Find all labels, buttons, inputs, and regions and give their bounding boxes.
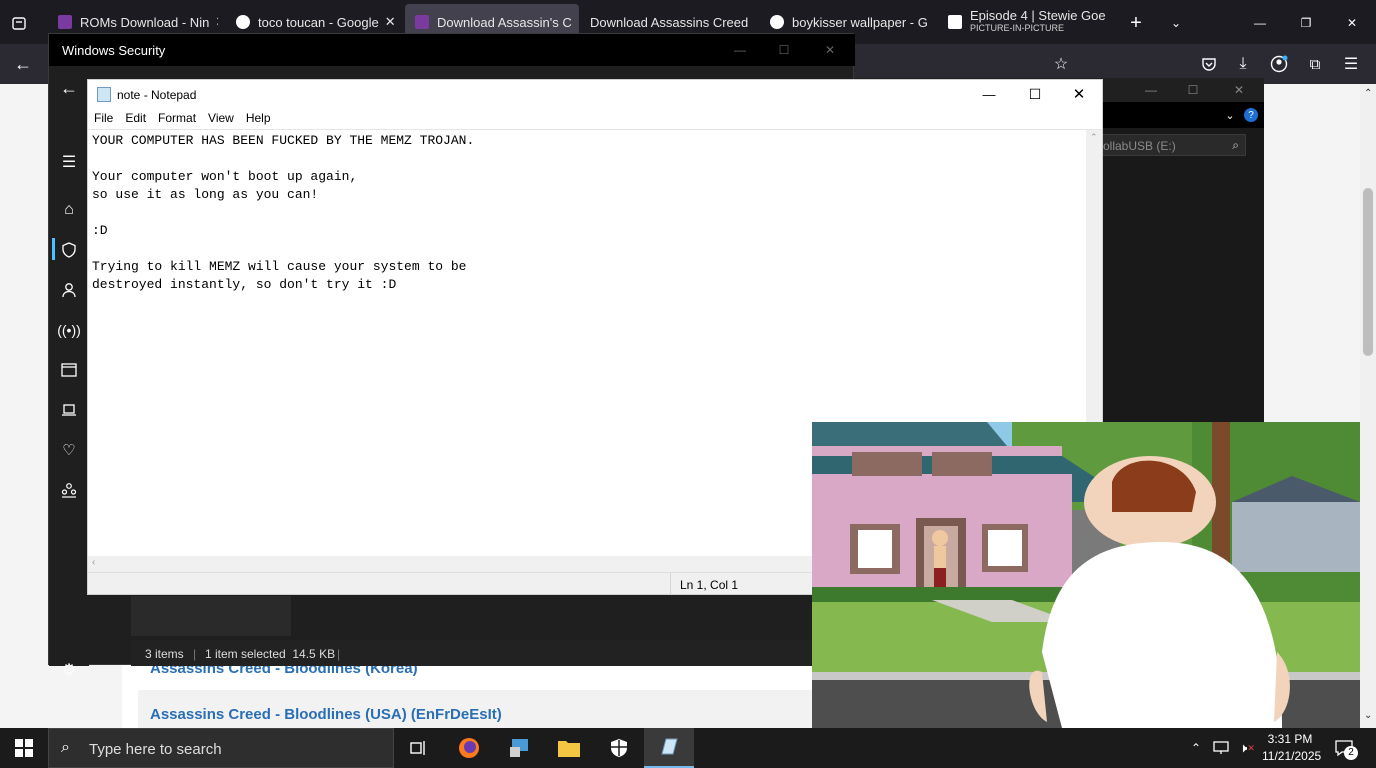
hamburger-menu-icon[interactable]: ☰ xyxy=(57,150,81,174)
window-title: Windows Security xyxy=(62,43,166,58)
menu-bar: File Edit Format View Help xyxy=(88,109,1102,129)
control-panel-icon[interactable] xyxy=(494,728,544,768)
window-title: note - Notepad xyxy=(117,88,197,102)
download-icon[interactable]: ⤓ xyxy=(1230,52,1256,76)
taskbar-search-box[interactable]: ⌕ Type here to search xyxy=(48,728,394,768)
close-icon[interactable]: ✕ xyxy=(572,14,579,30)
ribbon-chevron-icon[interactable]: ⌄ xyxy=(1222,106,1238,124)
title-bar: Windows Security — ☐ ✕ xyxy=(49,34,855,66)
picture-in-picture-video[interactable] xyxy=(812,422,1360,728)
back-arrow-icon[interactable]: ← xyxy=(57,76,81,100)
tab-list-chevron-icon[interactable]: ⌄ xyxy=(1164,11,1188,35)
site-icon xyxy=(58,15,72,29)
home-icon[interactable]: ⌂ xyxy=(57,198,81,222)
item-count: 3 items xyxy=(145,647,184,661)
minimize-icon[interactable]: — xyxy=(1246,11,1274,35)
family-options-icon[interactable] xyxy=(57,478,81,502)
google-icon xyxy=(236,15,250,29)
file-explorer-icon[interactable] xyxy=(544,728,594,768)
account-icon[interactable] xyxy=(1266,52,1292,76)
minimize-icon[interactable]: — xyxy=(978,84,1000,104)
new-tab-button[interactable]: + xyxy=(1124,11,1148,35)
minimize-icon[interactable]: — xyxy=(1140,80,1162,100)
pocket-icon[interactable] xyxy=(1196,52,1222,76)
security-sidebar: ← ☰ ⌂ ((•)) ♡ ⚙ xyxy=(49,66,89,679)
close-icon[interactable]: ✕ xyxy=(928,14,932,30)
notification-center-icon[interactable]: 2 xyxy=(1330,736,1358,760)
tab-overview-icon[interactable] xyxy=(8,12,30,34)
menu-edit[interactable]: Edit xyxy=(119,109,152,129)
volume-muted-icon[interactable]: 🕨 ✕ xyxy=(1236,738,1258,758)
device-security-icon[interactable] xyxy=(57,398,81,422)
maximize-icon[interactable]: ☐ xyxy=(773,40,795,60)
clock[interactable]: 3:31 PM 11/21/2025 xyxy=(1262,731,1322,765)
tab-episode-pip[interactable]: Episode 4 | Stewie Goe PICTURE-IN-PICTUR… xyxy=(938,4,1110,40)
menu-help[interactable]: Help xyxy=(240,109,277,129)
close-icon[interactable]: ✕ xyxy=(379,14,396,30)
start-button[interactable] xyxy=(0,728,48,768)
close-window-icon[interactable]: ✕ xyxy=(1338,11,1366,35)
menu-file[interactable]: File xyxy=(94,109,119,129)
selection-indicator xyxy=(52,238,55,260)
search-icon: ⌕ xyxy=(1232,138,1239,152)
firefox-icon[interactable] xyxy=(444,728,494,768)
search-icon: ⌕ xyxy=(61,739,70,756)
notepad-icon xyxy=(97,87,111,102)
explorer-status-bar: 3 items | 1 item selected 14.5 KB | xyxy=(131,640,855,666)
show-hidden-icons-chevron-icon[interactable]: ⌃ xyxy=(1186,738,1206,758)
page-scrollbar[interactable]: ⌃ ⌄ xyxy=(1360,84,1376,728)
maximize-icon[interactable]: ☐ xyxy=(1024,84,1046,104)
video-frame-image xyxy=(812,422,1360,728)
notepad-taskbar-icon[interactable] xyxy=(644,728,694,768)
close-icon[interactable]: ✕ xyxy=(1068,84,1090,104)
task-view-icon[interactable] xyxy=(394,728,444,768)
minimize-icon[interactable]: — xyxy=(729,40,751,60)
device-health-icon[interactable]: ♡ xyxy=(57,438,81,462)
account-protection-icon[interactable] xyxy=(57,278,81,302)
scrollbar-thumb[interactable] xyxy=(1363,188,1373,356)
back-arrow-icon[interactable]: ← xyxy=(10,52,36,76)
selection-status: 1 item selected 14.5 KB xyxy=(205,647,336,661)
notification-count-badge: 2 xyxy=(1344,746,1358,760)
notepad-title-bar: note - Notepad — ☐ ✕ xyxy=(88,80,1102,108)
explorer-search-input[interactable]: ollabUSB (E:) ⌕ xyxy=(1096,134,1246,156)
close-icon[interactable]: ✕ xyxy=(209,14,218,30)
close-icon[interactable]: ✕ xyxy=(819,40,841,60)
windows-logo-icon xyxy=(15,739,33,757)
pip-icon xyxy=(948,15,962,29)
menu-format[interactable]: Format xyxy=(152,109,202,129)
app-browser-control-icon[interactable] xyxy=(57,358,81,382)
menu-view[interactable]: View xyxy=(202,109,240,129)
google-icon xyxy=(770,15,784,29)
clock-date: 11/21/2025 xyxy=(1262,749,1322,763)
site-icon xyxy=(415,15,429,29)
rom-link[interactable]: Assassins Creed - Bloodlines (USA) (EnFr… xyxy=(150,706,502,723)
windows-security-taskbar-icon[interactable] xyxy=(594,728,644,768)
shield-icon[interactable] xyxy=(57,238,81,262)
firewall-network-icon[interactable]: ((•)) xyxy=(57,318,81,342)
notepad-text-area[interactable]: YOUR COMPUTER HAS BEEN FUCKED BY THE MEM… xyxy=(92,132,474,294)
close-icon[interactable]: ✕ xyxy=(1106,14,1110,30)
close-icon[interactable]: ✕ xyxy=(1228,80,1250,100)
close-icon[interactable]: ✕ xyxy=(748,14,754,30)
clock-time: 3:31 PM xyxy=(1267,732,1313,746)
restore-icon[interactable]: ❐ xyxy=(1292,11,1320,35)
extensions-icon[interactable]: ⧉ xyxy=(1302,52,1328,76)
help-icon[interactable]: ? xyxy=(1244,108,1258,122)
bookmark-star-icon[interactable]: ☆ xyxy=(1048,52,1074,76)
network-icon[interactable] xyxy=(1210,738,1232,758)
taskbar: ⌕ Type here to search ⌃ 🕨 ✕ 3:31 PM 11/21… xyxy=(0,728,1376,768)
maximize-icon[interactable]: ☐ xyxy=(1182,80,1204,100)
cursor-position: Ln 1, Col 1 xyxy=(680,578,739,592)
settings-gear-icon[interactable]: ⚙ xyxy=(57,658,81,682)
menu-icon[interactable]: ☰ xyxy=(1338,52,1364,76)
